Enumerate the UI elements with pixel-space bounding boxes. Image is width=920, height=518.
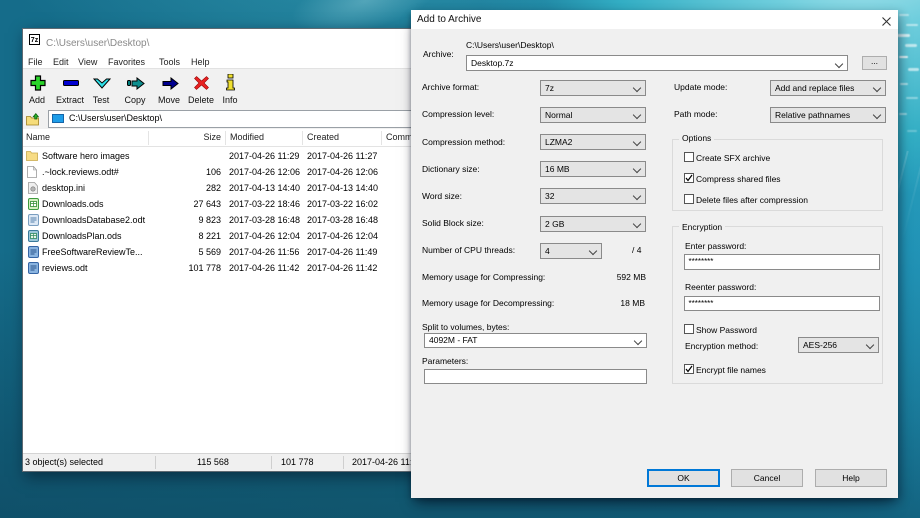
svg-text:7z: 7z	[31, 37, 39, 44]
